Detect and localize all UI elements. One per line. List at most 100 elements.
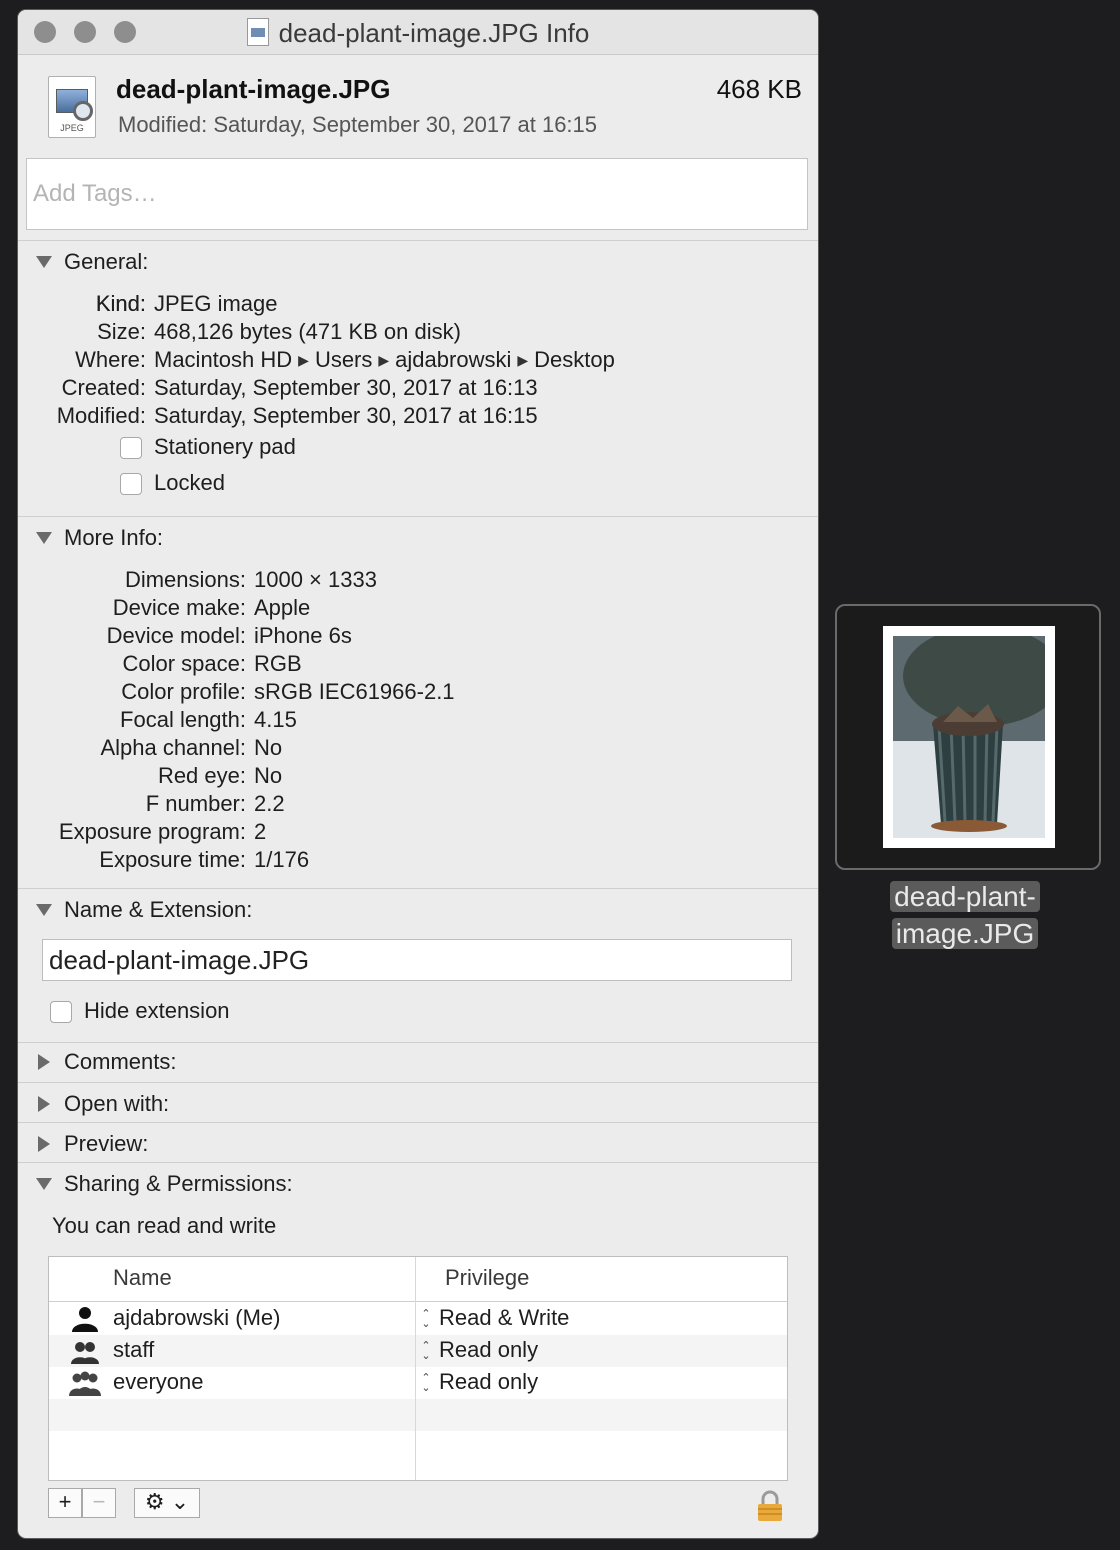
- disclosure-triangle-open-icon[interactable]: [36, 256, 52, 268]
- path-user-folder: ajdabrowski: [395, 347, 512, 372]
- field-value: iPhone 6s: [254, 623, 352, 648]
- table-row[interactable]: ajdabrowski (Me) ⌃ ⌄ Read & Write: [49, 1303, 787, 1335]
- everyone-icon: [69, 1371, 101, 1396]
- privilege-stepper-icon[interactable]: ⌃ ⌄: [419, 1309, 433, 1331]
- hide-extension-label: Hide extension: [84, 998, 230, 1023]
- column-header-privilege[interactable]: Privilege: [445, 1265, 529, 1291]
- created-value: Saturday, September 30, 2017 at 16:13: [154, 375, 538, 400]
- stationery-pad-checkbox[interactable]: [120, 437, 142, 459]
- empty-row: [49, 1399, 787, 1431]
- title-bar: dead-plant-image.JPG Info: [18, 10, 818, 55]
- disclosure-triangle-closed-icon[interactable]: [38, 1136, 50, 1152]
- user-name: staff: [113, 1337, 155, 1362]
- window-title: dead-plant-image.JPG Info: [18, 18, 818, 49]
- permission-status: You can read and write: [52, 1213, 277, 1238]
- field-value: 2: [254, 819, 267, 844]
- table-row[interactable]: staff ⌃ ⌄ Read only: [49, 1335, 787, 1367]
- divider: [18, 1162, 818, 1163]
- single-user-icon: [72, 1307, 98, 1332]
- locked-checkbox[interactable]: [120, 473, 142, 495]
- field-value: 2.2: [254, 791, 285, 816]
- disclosure-triangle-open-icon[interactable]: [36, 532, 52, 544]
- user-name: everyone: [113, 1369, 204, 1394]
- dead-plant-picture: [893, 636, 1045, 838]
- section-preview-toggle[interactable]: Preview:: [36, 1131, 148, 1157]
- path-users: Users: [314, 347, 373, 372]
- privilege-popup[interactable]: Read only: [439, 1337, 538, 1363]
- header-divider: [49, 1301, 787, 1302]
- path-desktop: Desktop: [534, 347, 615, 372]
- field-label: Alpha channel:: [100, 735, 246, 760]
- plant-photo-image: [893, 636, 1045, 838]
- field-value: 1/176: [254, 847, 310, 872]
- action-menu-button[interactable]: ⚙︎ ⌄: [134, 1488, 200, 1518]
- column-header-name[interactable]: Name: [113, 1265, 172, 1291]
- privilege-stepper-icon[interactable]: ⌃ ⌄: [419, 1373, 433, 1395]
- section-name-extension-toggle[interactable]: Name & Extension:: [36, 897, 252, 923]
- path-chevron-icon: ▶: [378, 352, 390, 368]
- name-extension-field[interactable]: [42, 939, 792, 981]
- field-value: 1000 × 1333: [254, 567, 377, 592]
- field-value: sRGB IEC61966-2.1: [254, 679, 455, 704]
- section-title: General:: [64, 249, 149, 274]
- divider: [18, 240, 818, 241]
- divider: [18, 1042, 818, 1043]
- section-title: Name & Extension:: [64, 897, 253, 922]
- field-label: Color space:: [122, 651, 246, 676]
- stationery-pad-label: Stationery pad: [154, 434, 296, 459]
- size-label: Size:: [97, 319, 146, 344]
- modified-value: Saturday, September 30, 2017 at 16:15: [154, 403, 538, 428]
- field-label: Red eye:: [157, 763, 246, 788]
- divider: [18, 888, 818, 889]
- desktop-file-thumbnail[interactable]: [835, 604, 1101, 870]
- remove-user-button[interactable]: −: [82, 1488, 116, 1518]
- disclosure-triangle-open-icon[interactable]: [36, 904, 52, 916]
- field-value: No: [254, 763, 283, 788]
- field-label: Dimensions:: [124, 567, 246, 592]
- section-title: More Info:: [64, 525, 164, 550]
- disclosure-triangle-closed-icon[interactable]: [38, 1054, 50, 1070]
- disclosure-triangle-open-icon[interactable]: [36, 1178, 52, 1190]
- privilege-popup[interactable]: Read & Write: [439, 1305, 569, 1331]
- field-value: Apple: [254, 595, 311, 620]
- tags-input[interactable]: [26, 158, 808, 230]
- disclosure-triangle-closed-icon[interactable]: [38, 1096, 50, 1112]
- divider: [18, 1082, 818, 1083]
- kind-label: Kind:: [95, 291, 146, 316]
- privilege-popup[interactable]: Read only: [439, 1369, 538, 1395]
- section-open-with-toggle[interactable]: Open with:: [36, 1091, 169, 1117]
- file-name: dead-plant-image.JPG: [116, 74, 391, 104]
- section-more-info-toggle[interactable]: More Info:: [36, 525, 163, 551]
- field-label: Exposure program:: [58, 819, 246, 844]
- where-path: Macintosh HD ▶ Users ▶ ajdabrowski ▶ Desktop: [154, 346, 615, 374]
- section-sharing-toggle[interactable]: Sharing & Permissions:: [36, 1171, 293, 1197]
- modified-date: Modified: Saturday, September 30, 2017 a…: [118, 112, 598, 137]
- lock-icon[interactable]: [756, 1490, 784, 1522]
- add-user-button[interactable]: +: [48, 1488, 82, 1518]
- field-label: Device make:: [112, 595, 246, 620]
- divider: [18, 1122, 818, 1123]
- path-chevron-icon: ▶: [517, 352, 529, 368]
- section-comments-toggle[interactable]: Comments:: [36, 1049, 176, 1075]
- divider: [18, 516, 818, 517]
- permissions-table: Name Privilege ajdabrowski (Me) ⌃ ⌄ Read …: [48, 1256, 788, 1481]
- table-row[interactable]: everyone ⌃ ⌄ Read only: [49, 1367, 787, 1399]
- section-general-toggle[interactable]: General:: [36, 249, 148, 275]
- user-name: ajdabrowski (Me): [113, 1305, 281, 1330]
- file-type-label: JPEG: [60, 123, 84, 133]
- privilege-stepper-icon[interactable]: ⌃ ⌄: [419, 1341, 433, 1363]
- info-window: dead-plant-image.JPG Info JPEG dead-plan…: [18, 10, 818, 1538]
- hide-extension-checkbox[interactable]: [50, 1001, 72, 1023]
- path-volume: Macintosh HD: [154, 347, 293, 372]
- kind-value: JPEG image: [154, 291, 278, 316]
- size-value: 468,126 bytes (471 KB on disk): [154, 319, 461, 344]
- desktop-file-caption[interactable]: dead-plant- image.JPG: [880, 878, 1050, 952]
- field-label: Exposure time:: [99, 847, 246, 872]
- created-label: Created:: [61, 375, 146, 400]
- file-size: 468 KB: [716, 74, 802, 104]
- section-title: Preview:: [64, 1131, 149, 1156]
- magnifier-icon: [73, 101, 93, 121]
- modified-label: Modified:: [56, 403, 146, 428]
- jpeg-file-icon: JPEG: [48, 76, 96, 138]
- caption-line: dead-plant-: [890, 881, 1040, 912]
